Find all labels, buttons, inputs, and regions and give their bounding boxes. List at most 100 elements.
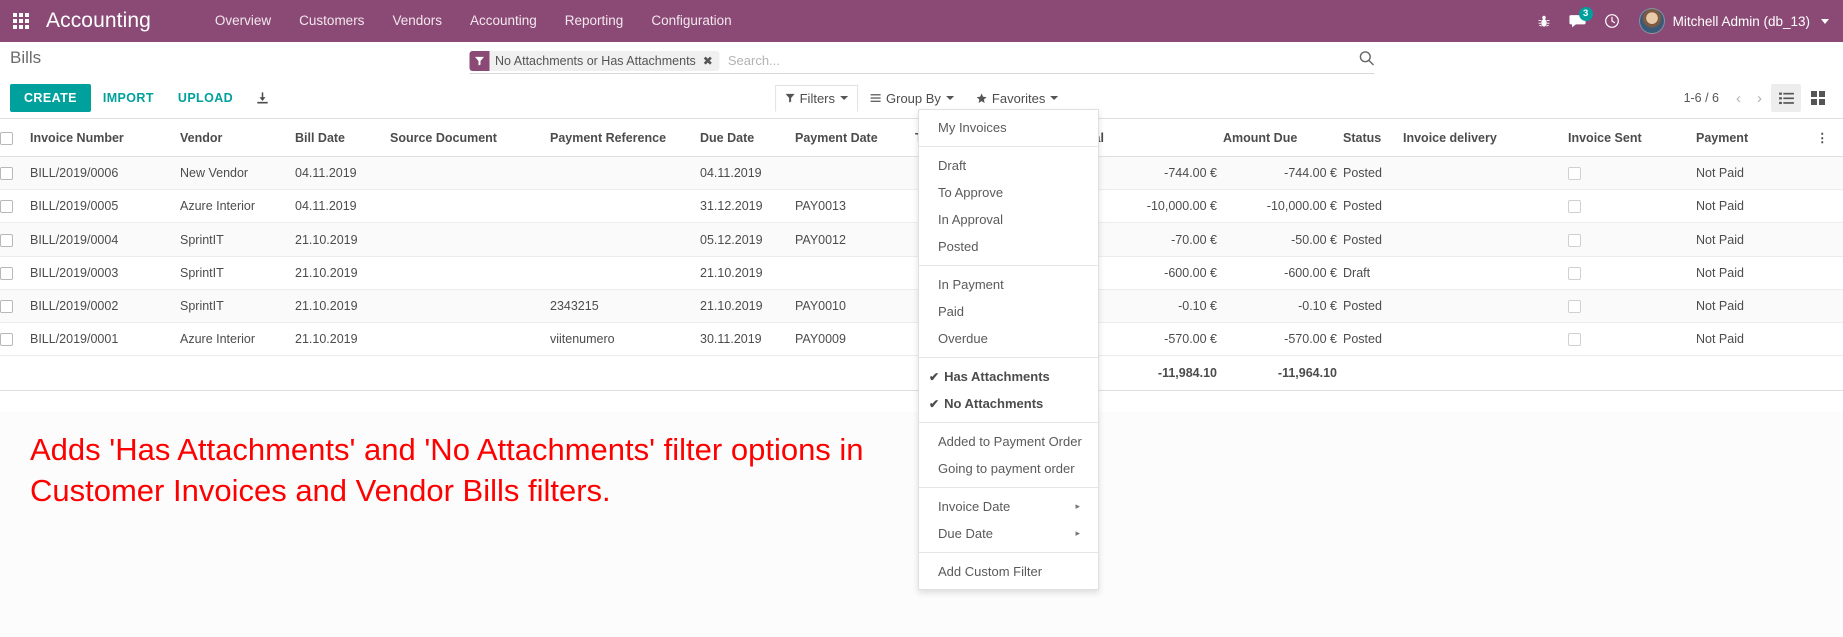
col-payment-date[interactable]: Payment Date (795, 119, 915, 157)
user-menu-button[interactable]: Mitchell Admin (db_13) (1629, 8, 1829, 34)
cell-due-date: 21.10.2019 (700, 289, 795, 324)
col-bill-date[interactable]: Bill Date (295, 119, 390, 157)
row-checkbox[interactable] (0, 200, 13, 214)
menu-item-vendors[interactable]: Vendors (378, 0, 456, 42)
filter-has-attachments[interactable]: ✔ Has Attachments (919, 363, 1098, 390)
cell-spacer (1816, 156, 1843, 191)
invoice-sent-checkbox[interactable] (1568, 233, 1581, 247)
invoice-sent-checkbox[interactable] (1568, 200, 1581, 214)
kanban-view-icon[interactable] (1803, 84, 1833, 112)
cell-payment: Not Paid (1696, 256, 1816, 290)
row-checkbox[interactable] (0, 233, 13, 247)
cell-spacer (1816, 256, 1843, 290)
cell-invoice-number: BILL/2019/0005 (30, 189, 180, 224)
search-facet-remove-icon[interactable]: ✖ (699, 50, 720, 71)
filter-invoice-date[interactable]: Invoice Date ▸ (919, 493, 1098, 520)
cell-amount-due: -570.00 € (1223, 322, 1343, 357)
menu-item-configuration[interactable]: Configuration (637, 0, 745, 42)
search-input[interactable] (719, 52, 1352, 69)
totals-spacer-11 (1343, 355, 1403, 392)
download-icon[interactable] (245, 91, 280, 106)
row-checkbox[interactable] (0, 167, 13, 181)
cell-invoice-sent (1568, 222, 1696, 257)
col-status[interactable]: Status (1343, 119, 1403, 157)
select-all-checkbox[interactable] (0, 131, 13, 145)
filter-draft[interactable]: Draft (919, 152, 1098, 179)
app-brand-title: Accounting (46, 9, 151, 32)
breadcrumb[interactable]: Bills (0, 42, 41, 68)
pager-previous-button[interactable]: ‹ (1729, 89, 1748, 108)
col-source-document[interactable]: Source Document (390, 119, 550, 157)
totals-amount-due: -11,964.10 (1223, 355, 1343, 392)
filter-in-approval[interactable]: In Approval (919, 206, 1098, 233)
cell-status: Posted (1343, 222, 1403, 257)
col-invoice-number[interactable]: Invoice Number (30, 119, 180, 157)
search-facet[interactable]: No Attachments or Has Attachments ✖ (469, 50, 720, 71)
dropdown-divider (919, 357, 1098, 358)
invoice-sent-checkbox[interactable] (1568, 167, 1581, 181)
bug-icon[interactable] (1527, 0, 1561, 42)
cell-invoice-number: BILL/2019/0006 (30, 156, 180, 191)
filter-in-payment[interactable]: In Payment (919, 271, 1098, 298)
row-checkbox[interactable] (0, 266, 13, 280)
menu-item-overview[interactable]: Overview (201, 0, 285, 42)
filters-label: Filters (799, 90, 835, 106)
column-options-icon[interactable]: ⋮ (1816, 119, 1843, 157)
cell-due-date: 05.12.2019 (700, 222, 795, 257)
pager-and-views: 1-6 / 6 ‹ › (1684, 84, 1833, 112)
invoice-sent-checkbox[interactable] (1568, 300, 1581, 314)
cell-payment-reference: viitenumero (550, 322, 700, 357)
col-invoice-sent[interactable]: Invoice Sent (1568, 119, 1696, 157)
list-view-icon[interactable] (1771, 84, 1801, 112)
col-due-date[interactable]: Due Date (700, 119, 795, 157)
menu-item-accounting[interactable]: Accounting (456, 0, 551, 42)
filter-no-attachments[interactable]: ✔ No Attachments (919, 390, 1098, 417)
filter-going-to-payment-order[interactable]: Going to payment order (919, 455, 1098, 482)
import-button[interactable]: IMPORT (91, 84, 166, 112)
menu-item-customers[interactable]: Customers (285, 0, 378, 42)
filter-overdue[interactable]: Overdue (919, 325, 1098, 352)
search-options-bar: Filters Group By Favorites (774, 84, 1069, 112)
col-amount-due[interactable]: Amount Due (1223, 119, 1343, 157)
menu-item-reporting[interactable]: Reporting (551, 0, 638, 42)
cell-due-date: 30.11.2019 (700, 322, 795, 357)
filter-funnel-icon (469, 50, 489, 71)
col-invoice-delivery[interactable]: Invoice delivery (1403, 119, 1568, 157)
cell-invoice-number: BILL/2019/0004 (30, 222, 180, 257)
messages-icon[interactable]: 3 (1561, 0, 1595, 42)
totals-spacer-15 (1816, 355, 1843, 392)
cell-payment: Not Paid (1696, 222, 1816, 257)
favorites-dropdown-button[interactable]: Favorites (966, 85, 1068, 112)
clock-icon[interactable] (1595, 0, 1629, 42)
filter-paid[interactable]: Paid (919, 298, 1098, 325)
upload-button[interactable]: UPLOAD (166, 84, 245, 112)
col-payment-reference[interactable]: Payment Reference (550, 119, 700, 157)
col-payment[interactable]: Payment (1696, 119, 1816, 157)
cell-vendor: Azure Interior (180, 322, 295, 357)
cell-vendor: Azure Interior (180, 189, 295, 224)
cell-invoice-sent (1568, 322, 1696, 357)
filter-due-date[interactable]: Due Date ▸ (919, 520, 1098, 547)
magnifier-icon[interactable] (1352, 50, 1374, 71)
filters-dropdown-button[interactable]: Filters (774, 84, 858, 112)
col-vendor[interactable]: Vendor (180, 119, 295, 157)
cell-invoice-delivery (1403, 289, 1568, 324)
pager-range: 1-6 / 6 (1683, 91, 1719, 105)
create-button[interactable]: CREATE (10, 84, 91, 112)
filters-dropdown-menu: My Invoices Draft To Approve In Approval… (918, 109, 1099, 590)
filter-posted[interactable]: Posted (919, 233, 1098, 260)
filter-add-custom-filter[interactable]: Add Custom Filter (919, 558, 1098, 585)
groupby-dropdown-button[interactable]: Group By (860, 85, 964, 112)
invoice-sent-checkbox[interactable] (1568, 333, 1581, 347)
row-checkbox[interactable] (0, 300, 13, 314)
cell-payment-date: PAY0010 (795, 289, 915, 324)
pager-next-button[interactable]: › (1750, 89, 1769, 108)
filter-to-approve[interactable]: To Approve (919, 179, 1098, 206)
apps-menu-button[interactable] (0, 0, 42, 42)
filter-added-to-payment-order[interactable]: Added to Payment Order (919, 428, 1098, 455)
cell-payment-reference: 2343215 (550, 289, 700, 324)
row-checkbox[interactable] (0, 333, 13, 347)
invoice-sent-checkbox[interactable] (1568, 266, 1581, 280)
filter-my-invoices[interactable]: My Invoices (919, 114, 1098, 141)
cell-invoice-delivery (1403, 156, 1568, 191)
